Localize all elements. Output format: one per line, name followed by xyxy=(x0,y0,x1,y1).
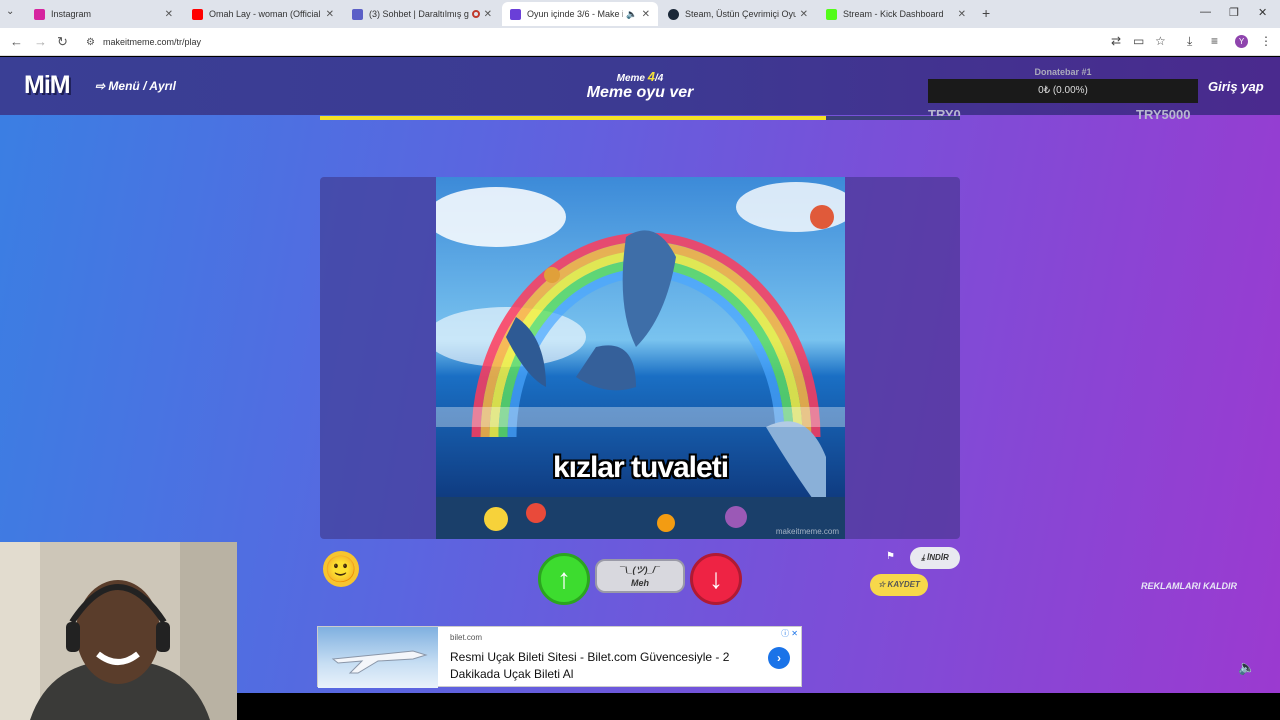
teams-icon xyxy=(352,8,363,20)
close-icon[interactable]: ✕ xyxy=(484,9,492,20)
round-progress-fill xyxy=(320,116,826,120)
tab-search-chevron-icon[interactable]: ⌄ xyxy=(6,6,14,17)
download-icon: ⤓ xyxy=(921,553,925,562)
tab-steam[interactable]: Steam, Üstün Çevrimiçi Oyun Pl ✕ xyxy=(660,2,816,26)
forward-icon[interactable]: → xyxy=(34,34,47,49)
bookmark-star-icon[interactable]: ☆ xyxy=(1155,34,1166,48)
sound-toggle-icon[interactable]: 🔈 xyxy=(1238,659,1255,676)
ad-title[interactable]: Resmi Uçak Bileti Sitesi - Bilet.com Güv… xyxy=(450,649,760,683)
tab-instagram[interactable]: Instagram ✕ xyxy=(26,2,181,26)
tab-kick[interactable]: Stream - Kick Dashboard ✕ xyxy=(818,2,974,26)
meme-caption: kızlar tuvaleti xyxy=(552,451,729,484)
star-icon: ☆ xyxy=(878,580,886,589)
ad-info-icon[interactable]: ⓘ ✕ xyxy=(781,628,798,639)
browser-tab-bar: ⌄ Instagram ✕ Omah Lay - woman (Official… xyxy=(0,0,1280,28)
minimize-icon[interactable]: — xyxy=(1200,6,1211,18)
meh-label: Meh xyxy=(631,578,649,588)
donatebar-title: Donatebar #1 xyxy=(1034,67,1092,77)
meme-counter-current: 4 xyxy=(647,69,656,84)
reload-icon[interactable]: ↻ xyxy=(57,34,68,50)
recording-icon xyxy=(471,10,480,18)
new-tab-icon[interactable]: + xyxy=(982,5,990,21)
makeitmeme-icon xyxy=(510,8,521,20)
url-field[interactable]: ⚙ makeitmeme.com/tr/play xyxy=(80,32,1100,52)
kebab-menu-icon[interactable]: ⋮ xyxy=(1260,34,1272,48)
downvote-button[interactable]: ↓ xyxy=(690,553,742,605)
address-bar: ← → ↻ ⚙ makeitmeme.com/tr/play ⇄ ▭ ☆ ⤓ ≡… xyxy=(0,28,1280,56)
donatebar: 0₺ (0.00%) xyxy=(928,79,1198,103)
instagram-icon xyxy=(34,8,45,20)
report-flag-icon[interactable]: ⚑ xyxy=(886,551,895,562)
emoji-reaction-button[interactable]: 🙂 xyxy=(323,551,359,587)
tab-teams[interactable]: (3) Sohbet | Daraltılmış gör ✕ xyxy=(344,2,500,26)
cast-icon[interactable]: ▭ xyxy=(1133,34,1144,48)
ad-banner[interactable]: bilet.com Resmi Uçak Bileti Sitesi - Bil… xyxy=(317,626,802,688)
url-text: makeitmeme.com/tr/play xyxy=(102,37,201,47)
upvote-button[interactable]: ↑ xyxy=(538,553,590,605)
close-icon[interactable]: ✕ xyxy=(800,9,808,20)
meme-counter-prefix: Meme xyxy=(616,73,645,84)
close-icon[interactable]: ✕ xyxy=(958,9,966,20)
tab-title: Instagram xyxy=(51,9,92,19)
ad-domain: bilet.com xyxy=(450,633,483,642)
meh-shrug: ¯\_(ツ)_/¯ xyxy=(620,565,660,575)
smiley-icon: 🙂 xyxy=(324,554,358,584)
meme-watermark: makeitmeme.com xyxy=(775,527,839,536)
steam-icon xyxy=(668,8,679,20)
close-icon[interactable]: ✕ xyxy=(326,9,334,20)
kick-icon xyxy=(826,8,837,20)
game-header: MiM ⇨ Menü / Ayrıl Meme 4/4 Meme oyu ver… xyxy=(0,57,1280,122)
arrow-down-icon: ↓ xyxy=(709,563,723,594)
ad-chevron-right-icon[interactable]: › xyxy=(768,647,790,669)
youtube-icon xyxy=(192,8,203,20)
reading-list-icon[interactable]: ≡ xyxy=(1211,34,1218,48)
window-close-icon[interactable]: ✕ xyxy=(1258,6,1267,19)
close-icon[interactable]: ✕ xyxy=(642,9,650,20)
tab-makeitmeme[interactable]: Oyun içinde 3/6 - Make it M 🔈 ✕ xyxy=(502,2,658,26)
download-button[interactable]: ⤓ İNDİR xyxy=(910,547,960,569)
tab-youtube[interactable]: Omah Lay - woman (Official Mu ✕ xyxy=(184,2,342,26)
restore-icon[interactable]: ❐ xyxy=(1229,6,1239,19)
airplane-ad-image xyxy=(318,627,438,688)
close-icon[interactable]: ✕ xyxy=(165,9,173,20)
meme-image: kızlar tuvaleti makeitmeme.com xyxy=(436,177,845,539)
tab-title: Stream - Kick Dashboard xyxy=(843,9,944,19)
tab-title: Steam, Üstün Çevrimiçi Oyun Pl xyxy=(685,9,796,19)
download-label: İNDİR xyxy=(927,553,949,562)
streamer-webcam-image xyxy=(0,542,237,720)
save-button[interactable]: ☆ KAYDET xyxy=(870,574,928,596)
remove-ads-link[interactable]: REKLAMLARI KALDIR xyxy=(1141,581,1237,591)
arrow-up-icon: ↑ xyxy=(557,563,571,594)
site-info-icon[interactable]: ⚙ xyxy=(86,37,95,48)
donatebar-max: TRY5000 xyxy=(1136,107,1191,122)
webcam-overlay xyxy=(0,542,237,720)
profile-avatar[interactable]: Y xyxy=(1235,35,1248,48)
login-button[interactable]: Giriş yap xyxy=(1208,79,1264,94)
back-icon[interactable]: ← xyxy=(10,34,23,49)
meme-frame: kızlar tuvaleti makeitmeme.com xyxy=(320,177,960,539)
speaker-icon[interactable]: 🔈 xyxy=(626,9,637,20)
download-icon[interactable]: ⤓ xyxy=(1187,34,1192,49)
save-label: KAYDET xyxy=(887,580,920,589)
meme-counter-total: /4 xyxy=(655,73,664,84)
round-progress-bar xyxy=(320,116,960,120)
meh-vote-button[interactable]: ¯\_(ツ)_/¯ Meh xyxy=(595,559,685,593)
tab-title: Omah Lay - woman (Official Mu xyxy=(209,9,322,19)
tab-title: Oyun içinde 3/6 - Make it M xyxy=(527,9,623,19)
tab-title: (3) Sohbet | Daraltılmış gör xyxy=(369,9,469,19)
translate-icon[interactable]: ⇄ xyxy=(1111,34,1121,48)
